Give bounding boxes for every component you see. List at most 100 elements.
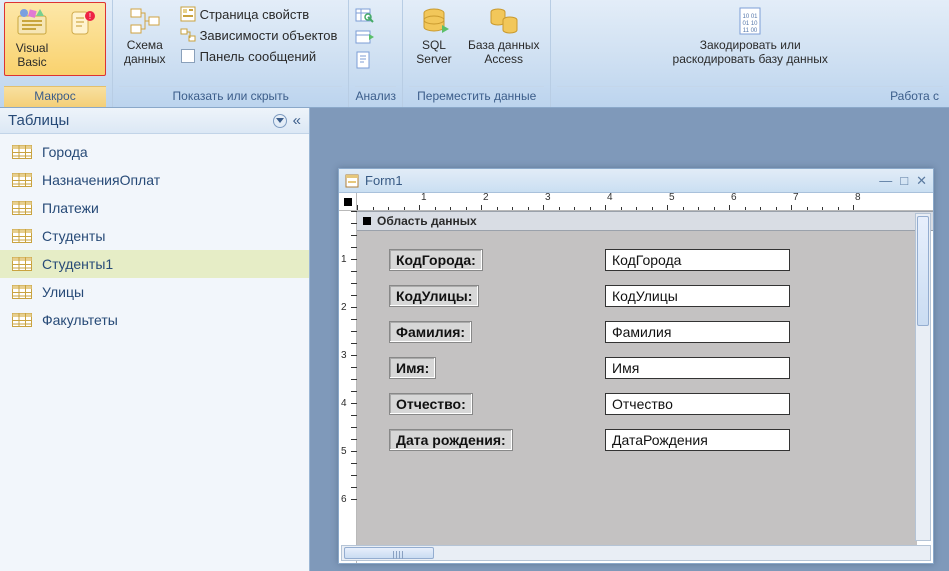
analyze-doc-icon[interactable] [355,50,375,70]
dependencies-button[interactable]: Зависимости объектов [175,25,343,45]
nav-table-label: НазначенияОплат [42,172,160,188]
vertical-scrollbar[interactable] [915,213,931,541]
nav-table-label: Студенты1 [42,256,113,272]
analyze-perf-icon[interactable] [355,28,375,48]
ribbon-group-move: SQL Server База данных Access Переместит… [402,0,550,107]
visual-basic-icon [16,8,48,40]
collapse-icon[interactable]: « [293,112,301,129]
nav-table-label: Города [42,144,88,160]
access-db-button[interactable]: База данных Access [463,2,544,70]
sql-server-label: SQL Server [416,39,451,67]
svg-text:10 01: 10 01 [743,14,759,20]
visual-basic-button[interactable]: Visual Basic [7,5,57,73]
table-icon [12,201,32,215]
maximize-button[interactable]: □ [900,173,908,189]
binary-doc-icon: 10 0101 1011 00 [734,5,766,37]
ribbon-group-showhide: Схема данных Страница свойств Зависимост… [112,0,348,107]
field-textbox[interactable]: ДатаРождения [605,429,790,451]
form-title-bar[interactable]: Form1 — □ ✕ [339,169,933,193]
macro-highlight: Visual Basic ! [4,2,106,76]
navigation-pane: Таблицы « Города НазначенияОплат Платежи Ст… [0,108,310,571]
detail-section-canvas[interactable]: КодГорода: КодГорода КодУлицы: КодУлицы Фами… [357,231,917,551]
ribbon-group-dbwork: 10 0101 1011 00 Закодировать или раскоди… [550,0,949,107]
sql-server-icon [418,5,450,37]
dependencies-label: Зависимости объектов [200,28,338,43]
ribbon-group-move-label: Переместить данные [409,86,544,107]
field-textbox[interactable]: КодУлицы [605,285,790,307]
nav-table-list: Города НазначенияОплат Платежи Студенты Студ… [0,134,309,338]
nav-table-item[interactable]: НазначенияОплат [0,166,309,194]
svg-text:11 00: 11 00 [743,28,758,34]
field-textbox[interactable]: Отчество [605,393,790,415]
access-db-label: База данных Access [468,39,539,67]
table-icon [12,229,32,243]
design-canvas-wrap: Область данных КодГорода: КодГорода КодУли… [357,211,933,563]
property-page-button[interactable]: Страница свойств [175,4,343,24]
macro-run-button[interactable]: ! [61,5,103,73]
dependencies-icon [180,27,196,43]
nav-header-title: Таблицы [8,112,69,129]
horizontal-ruler[interactable]: 12345678 [357,193,933,210]
schema-label: Схема данных [124,39,166,67]
detail-section-title: Область данных [377,214,477,228]
ruler-corner[interactable] [339,193,357,210]
nav-table-item[interactable]: Города [0,138,309,166]
dropdown-icon[interactable] [273,114,287,128]
relationships-icon [129,5,161,37]
nav-table-item[interactable]: Студенты1 [0,250,309,278]
nav-table-item[interactable]: Факультеты [0,306,309,334]
field-label[interactable]: Дата рождения: [389,429,513,451]
nav-table-label: Платежи [42,200,99,216]
nav-table-label: Студенты [42,228,105,244]
nav-table-item[interactable]: Студенты [0,222,309,250]
ribbon-group-macro-label: Макрос [4,86,106,107]
visual-basic-label: Visual Basic [16,42,48,70]
property-page-label: Страница свойств [200,7,310,22]
workspace: Form1 — □ ✕ 12345678 123456 [310,108,949,571]
field-label[interactable]: КодУлицы: [389,285,479,307]
table-icon [12,285,32,299]
field-textbox[interactable]: Имя [605,357,790,379]
message-panel-button[interactable]: Панель сообщений [175,46,343,66]
form-designer-window: Form1 — □ ✕ 12345678 123456 [338,168,934,564]
nav-table-item[interactable]: Улицы [0,278,309,306]
field-label[interactable]: Имя: [389,357,436,379]
encode-decode-button[interactable]: 10 0101 1011 00 Закодировать или раскоди… [655,2,845,70]
table-icon [12,145,32,159]
field-label[interactable]: Отчество: [389,393,473,415]
section-handle-icon [363,217,371,225]
table-icon [12,257,32,271]
ribbon: Visual Basic ! Макрос Схема данных [0,0,949,108]
schema-button[interactable]: Схема данных [119,2,171,70]
scroll-icon: ! [66,8,98,40]
nav-table-label: Факультеты [42,312,118,328]
vertical-ruler[interactable]: 123456 [339,211,357,563]
checkbox-empty-icon [180,48,196,64]
detail-section-header[interactable]: Область данных [357,211,933,231]
field-textbox[interactable]: Фамилия [605,321,790,343]
analyze-table-icon[interactable] [355,6,375,26]
table-icon [12,173,32,187]
form-icon [345,174,359,188]
table-icon [12,313,32,327]
ribbon-group-macro: Visual Basic ! Макрос [0,0,112,107]
close-button[interactable]: ✕ [916,173,927,189]
field-label[interactable]: КодГорода: [389,249,483,271]
nav-table-item[interactable]: Платежи [0,194,309,222]
minimize-button[interactable]: — [879,173,892,189]
ribbon-group-analyze: Анализ [348,0,402,107]
ribbon-group-showhide-label: Показать или скрыть [119,86,342,107]
field-label[interactable]: Фамилия: [389,321,472,343]
ribbon-group-dbwork-label: Работа с [557,86,943,107]
nav-header[interactable]: Таблицы « [0,108,309,134]
svg-text:!: ! [89,12,91,21]
sql-server-button[interactable]: SQL Server [409,2,459,70]
property-page-icon [180,6,196,22]
svg-text:01 10: 01 10 [743,21,759,27]
access-db-icon [488,5,520,37]
ribbon-group-analyze-label: Анализ [355,86,396,107]
horizontal-scrollbar[interactable] [341,545,931,561]
field-textbox[interactable]: КодГорода [605,249,790,271]
encode-decode-label: Закодировать или раскодировать базу данн… [673,39,828,67]
nav-table-label: Улицы [42,284,84,300]
